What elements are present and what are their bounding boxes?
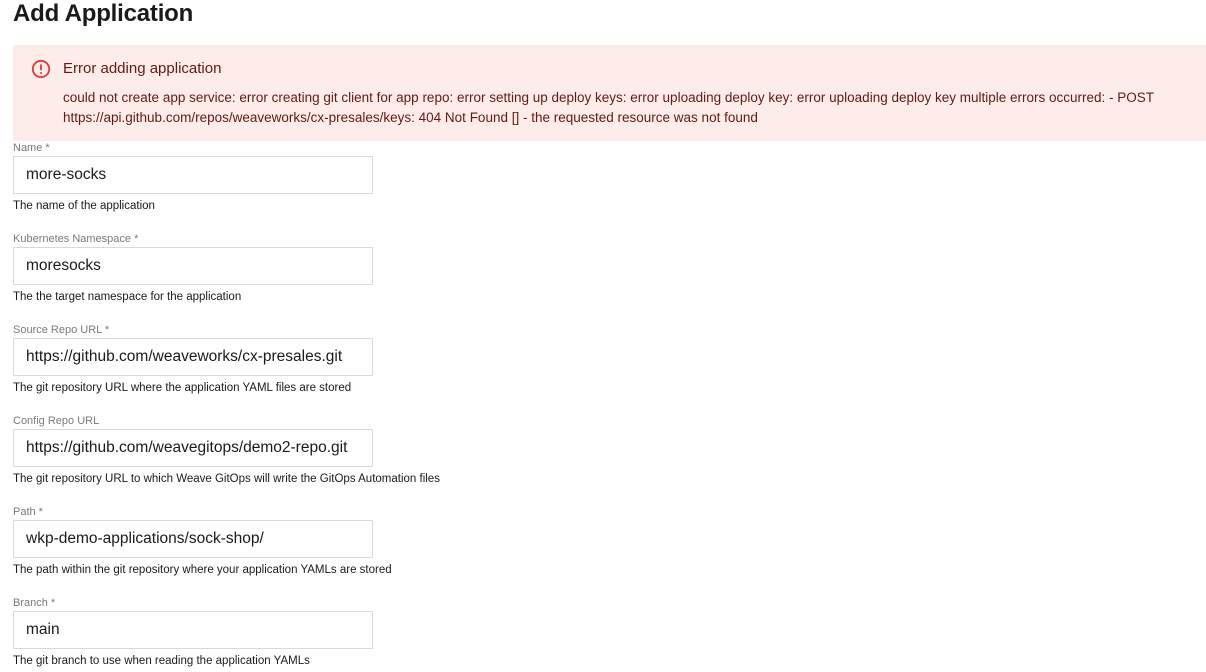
- namespace-label: Kubernetes Namespace *: [13, 233, 139, 245]
- branch-input[interactable]: [13, 611, 373, 649]
- path-input[interactable]: [13, 520, 373, 558]
- source-repo-url-help-text: The git repository URL where the applica…: [13, 382, 352, 394]
- path-label: Path *: [13, 506, 43, 518]
- name-input[interactable]: [13, 156, 373, 194]
- name-label: Name *: [13, 142, 50, 154]
- namespace-input[interactable]: [13, 247, 373, 285]
- branch-label: Branch *: [13, 597, 56, 609]
- alert-message: could not create app service: error crea…: [63, 90, 1154, 125]
- config-repo-url-input[interactable]: [13, 429, 373, 467]
- alert-title: Error adding application: [63, 60, 222, 77]
- config-repo-url-help-text: The git repository URL to which Weave Gi…: [13, 473, 440, 485]
- error-outline-icon: [31, 59, 51, 79]
- add-application-page: Add Application Error adding application…: [0, 0, 1206, 672]
- namespace-help-text: The the target namespace for the applica…: [13, 291, 242, 303]
- source-repo-url-input[interactable]: [13, 338, 373, 376]
- name-help-text: The name of the application: [13, 200, 155, 212]
- source-repo-url-label: Source Repo URL *: [13, 324, 110, 336]
- branch-help-text: The git branch to use when reading the a…: [13, 655, 310, 667]
- path-help-text: The path within the git repository where…: [13, 564, 392, 576]
- config-repo-url-label: Config Repo URL: [13, 415, 100, 427]
- page-title: Add Application: [13, 0, 194, 27]
- error-alert: Error adding application could not creat…: [13, 45, 1206, 141]
